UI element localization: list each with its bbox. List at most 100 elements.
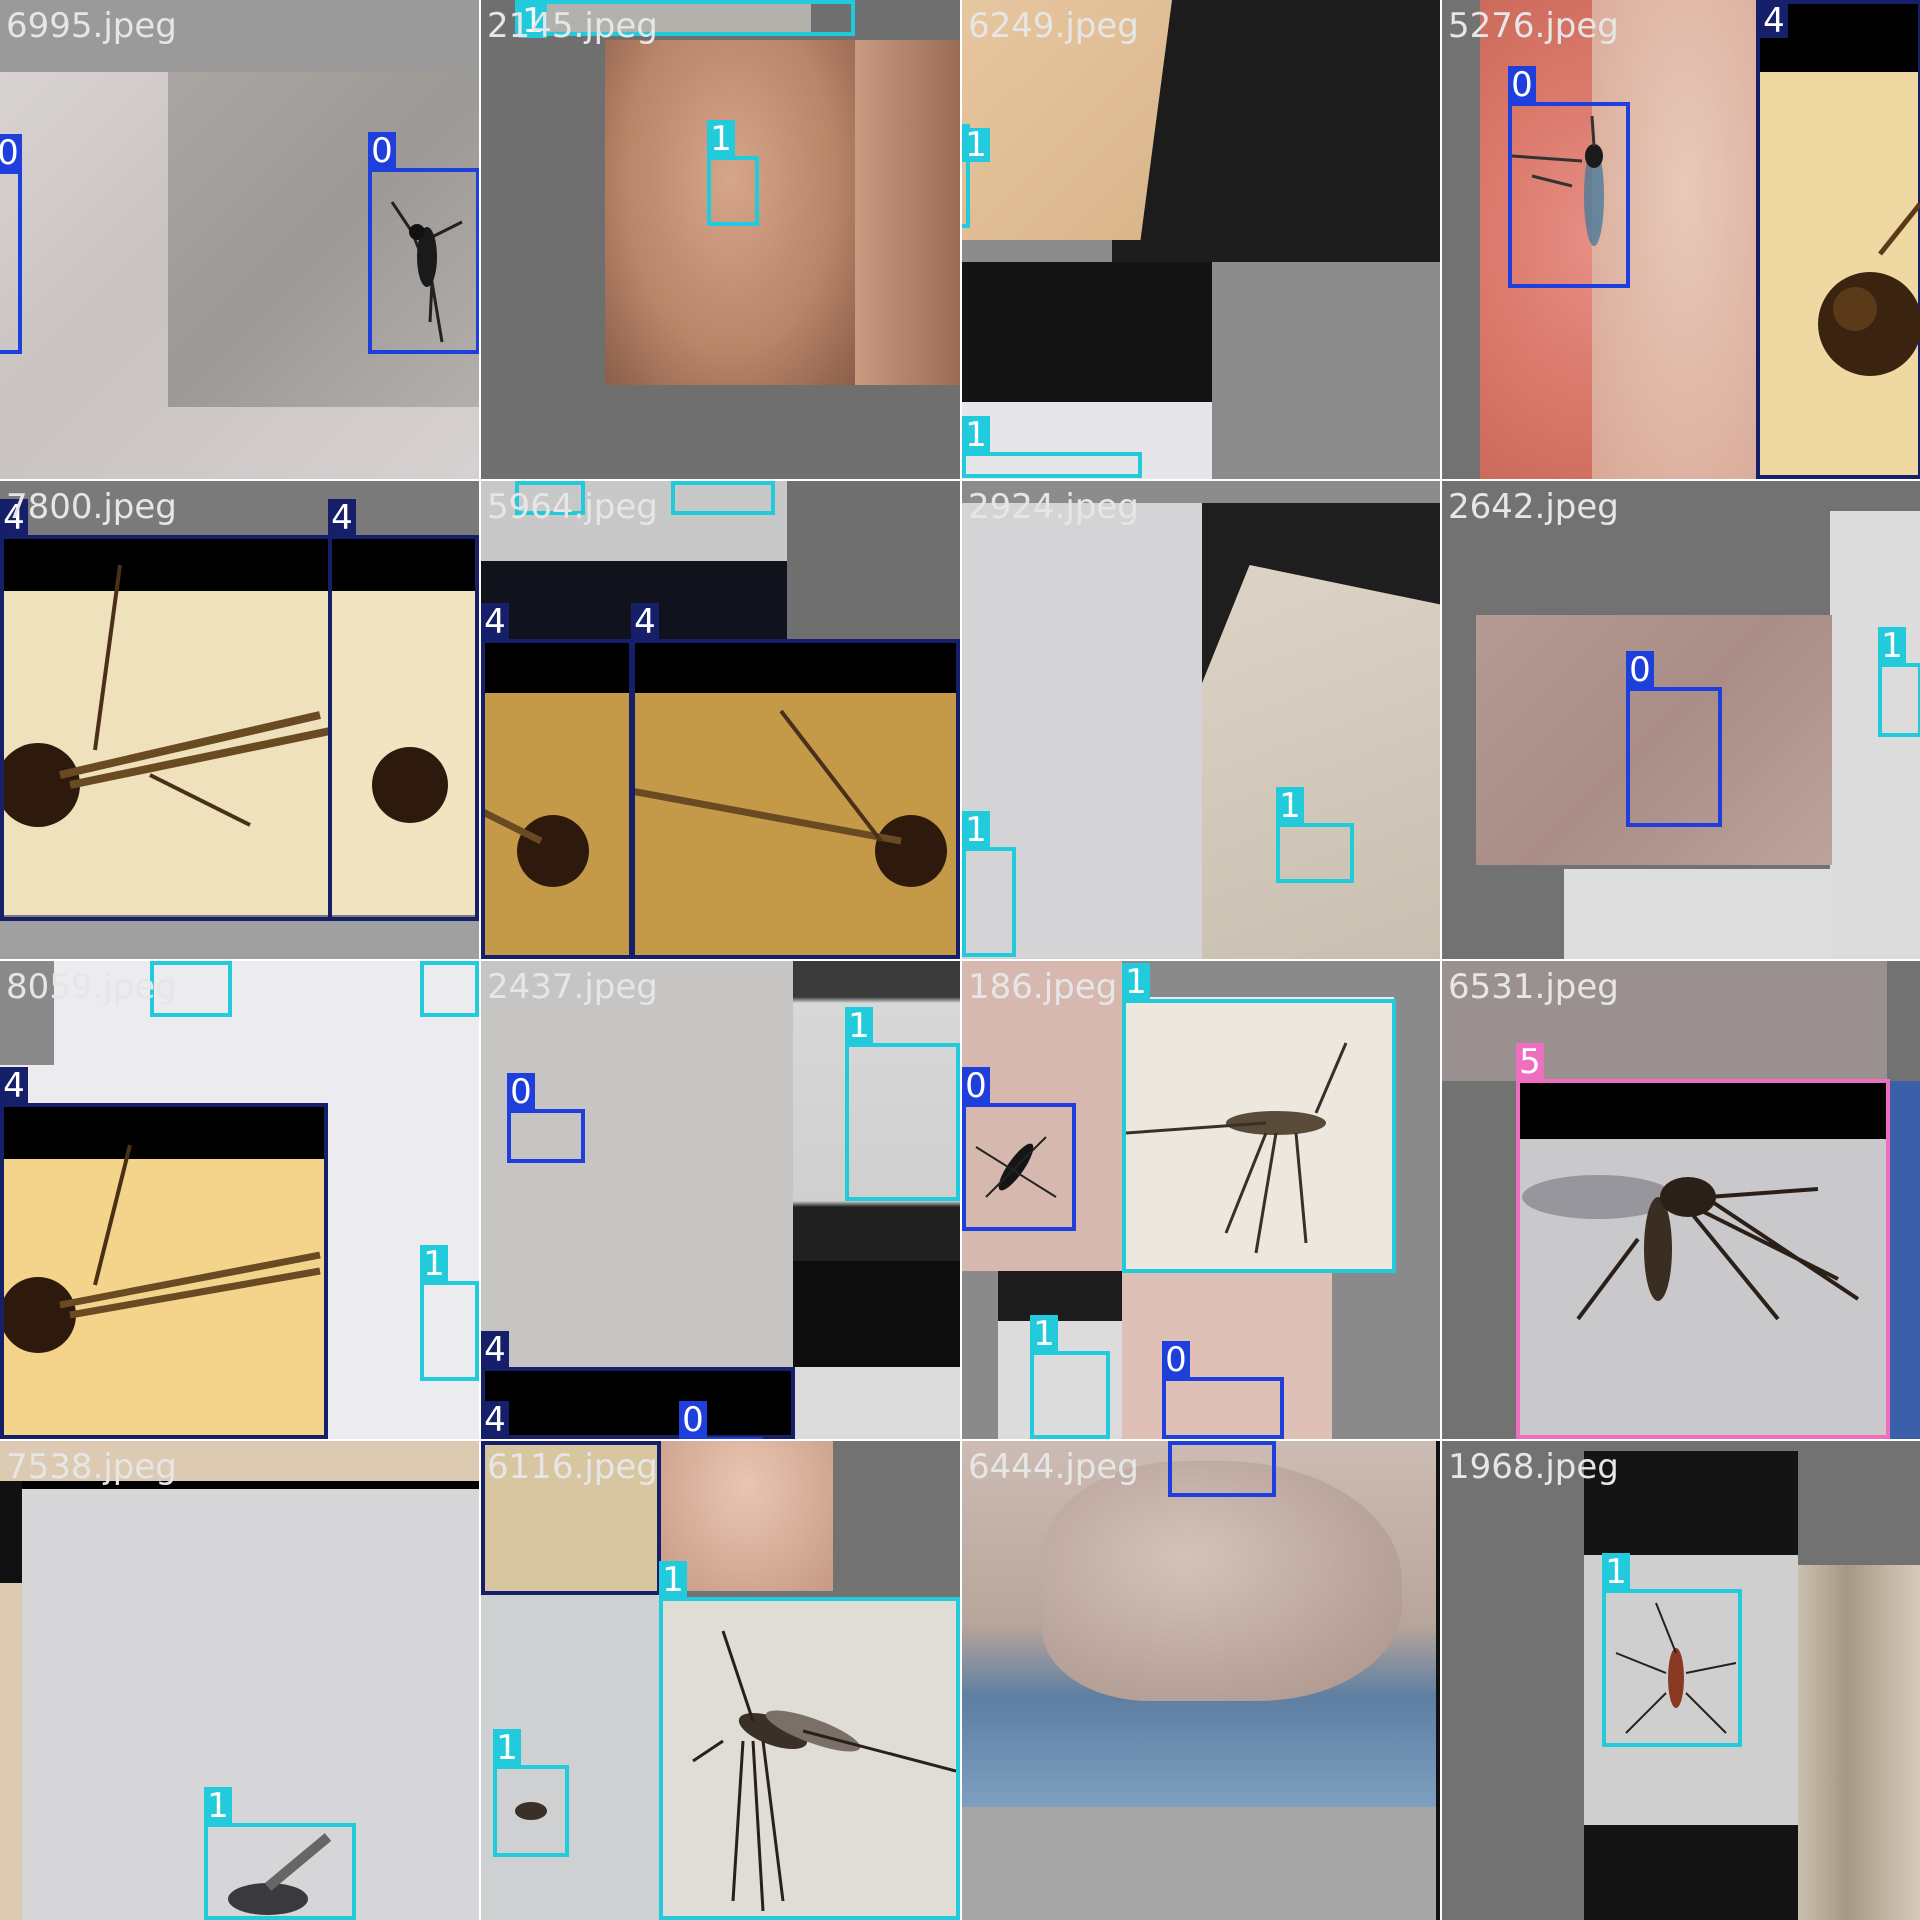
bbox-class-1: 1	[420, 1245, 479, 1381]
wall-photo	[1564, 869, 1832, 959]
bbox-class-4: 4	[1756, 0, 1920, 479]
class-tag: 1	[962, 128, 990, 162]
filename-label: 5964.jpeg	[487, 487, 658, 527]
class-tag: 0	[368, 132, 396, 170]
mosquito-image	[1512, 115, 1604, 246]
finger-shape	[1042, 1461, 1402, 1701]
tile-5276: 5276.jpeg 0 4	[1442, 0, 1920, 479]
class-tag: 0	[1162, 1341, 1190, 1379]
tile-6444: 6444.jpeg 0	[962, 1441, 1440, 1920]
filename-label: 2437.jpeg	[487, 967, 658, 1007]
bbox-class-1: 1	[1122, 963, 1396, 1273]
bbox-class-0: 0	[962, 1067, 1076, 1231]
tile-5964: 5964.jpeg 1 1 4 4	[481, 481, 960, 959]
bbox-class-4: 4	[481, 603, 633, 959]
bbox-class-0: 0	[507, 1073, 585, 1163]
bbox-class-4: 4	[631, 603, 960, 959]
black-edge	[0, 1481, 22, 1583]
class-tag: 1	[420, 1245, 448, 1283]
tile-186: 186.jpeg 0 1 1 0	[962, 961, 1440, 1439]
class-tag: 1	[671, 481, 699, 483]
filename-label: 2924.jpeg	[968, 487, 1139, 527]
filename-label: 2642.jpeg	[1448, 487, 1619, 527]
filename-label: 2145.jpeg	[487, 6, 658, 46]
filename-label: 5276.jpeg	[1448, 6, 1619, 46]
bbox-class-1: 1	[659, 1561, 960, 1920]
tile-2642: 2642.jpeg 0 1	[1442, 481, 1920, 959]
mosquito-image	[1126, 1042, 1348, 1254]
mosquito-image	[975, 1136, 1057, 1198]
class-tag: 0	[0, 134, 22, 172]
fingers-photo-right	[855, 40, 960, 385]
filename-label: 6116.jpeg	[487, 1447, 658, 1487]
ground-photo	[962, 1807, 1436, 1920]
tile-6249: 6249.jpeg 1 1	[962, 0, 1440, 479]
grid-line	[0, 959, 1920, 961]
class-tag: 5	[1516, 1043, 1544, 1081]
bbox-class-5: 5	[1516, 1043, 1890, 1439]
class-tag: 1	[1030, 1315, 1058, 1353]
mosquito-image	[228, 1833, 332, 1915]
class-tag: 4	[0, 1067, 28, 1105]
class-tag: 4	[631, 603, 659, 641]
class-tag: 0	[1626, 651, 1654, 689]
class-tag: 0	[962, 1067, 990, 1105]
filename-label: 7538.jpeg	[6, 1447, 177, 1487]
bbox-class-4: 4	[481, 1331, 795, 1439]
paper-photo	[481, 961, 793, 1369]
bbox-class-0: 0	[1168, 1441, 1276, 1497]
bbox-class-4: 4	[0, 499, 332, 921]
bbox-class-0: 0	[1162, 1341, 1284, 1439]
class-tag: 4	[481, 1401, 509, 1439]
grid-line	[0, 1439, 1920, 1441]
bbox-class-1: 1	[671, 481, 775, 515]
class-tag: 1	[1878, 627, 1906, 665]
bbox-class-1: 1	[420, 961, 479, 1017]
class-tag: 1	[962, 811, 990, 849]
filename-label: 6444.jpeg	[968, 1447, 1139, 1487]
bbox-class-1: 1	[1030, 1315, 1110, 1439]
blue-edge	[1887, 1081, 1920, 1439]
filename-label: 186.jpeg	[968, 967, 1118, 1007]
class-tag: 1	[659, 1561, 687, 1599]
bbox-class-1: 1	[845, 1007, 960, 1201]
class-tag: 0	[679, 1401, 707, 1439]
bbox-class-1: 1	[1602, 1553, 1742, 1747]
filename-label: 6531.jpeg	[1448, 967, 1619, 1007]
bbox-class-1: 1	[962, 416, 1142, 478]
bbox-class-1: 1	[493, 1729, 569, 1857]
tile-6995: 6995.jpeg 0 0	[0, 0, 479, 479]
class-tag: 4	[328, 499, 356, 537]
class-tag: 0	[1168, 1441, 1196, 1443]
bbox-class-0: 0	[1626, 651, 1722, 827]
bbox-class-0: 0	[0, 134, 22, 354]
filename-label: 7800.jpeg	[6, 487, 177, 527]
dark-photo	[793, 1261, 960, 1367]
class-tag: 1	[204, 1787, 232, 1825]
tile-7800: 7800.jpeg 4 4	[0, 481, 479, 959]
tile-7538: 7538.jpeg 1	[0, 1441, 479, 1920]
class-tag: 4	[481, 1331, 509, 1369]
class-tag: 1	[707, 120, 735, 158]
filename-label: 6995.jpeg	[6, 6, 177, 46]
class-tag: 1	[1602, 1553, 1630, 1591]
bbox-class-1: 1	[1276, 787, 1354, 883]
bbox-class-0: 0	[368, 132, 479, 354]
tile-6531: 6531.jpeg 5	[1442, 961, 1920, 1439]
class-tag: 0	[507, 1073, 535, 1111]
mosquito-head-image	[1818, 202, 1920, 376]
tile-1968: 1968.jpeg 1	[1442, 1441, 1920, 1920]
class-tag: 1	[1122, 963, 1150, 1001]
class-tag: 1	[420, 961, 448, 963]
frame-photo	[1798, 1565, 1920, 1920]
filename-label: 8059.jpeg	[6, 967, 177, 1007]
mosquito-image	[390, 201, 463, 343]
bbox-class-4: 4	[0, 1067, 328, 1439]
tile-2924: 2924.jpeg 1 1	[962, 481, 1440, 959]
tile-2437: 2437.jpeg 0 1 4 4 0	[481, 961, 960, 1439]
class-tag: 1	[962, 416, 990, 454]
bbox-class-0: 0	[1508, 66, 1630, 288]
bbox-class-1: 1	[204, 1787, 356, 1920]
filename-label: 1968.jpeg	[1448, 1447, 1619, 1487]
mosquito-image	[515, 1802, 547, 1820]
